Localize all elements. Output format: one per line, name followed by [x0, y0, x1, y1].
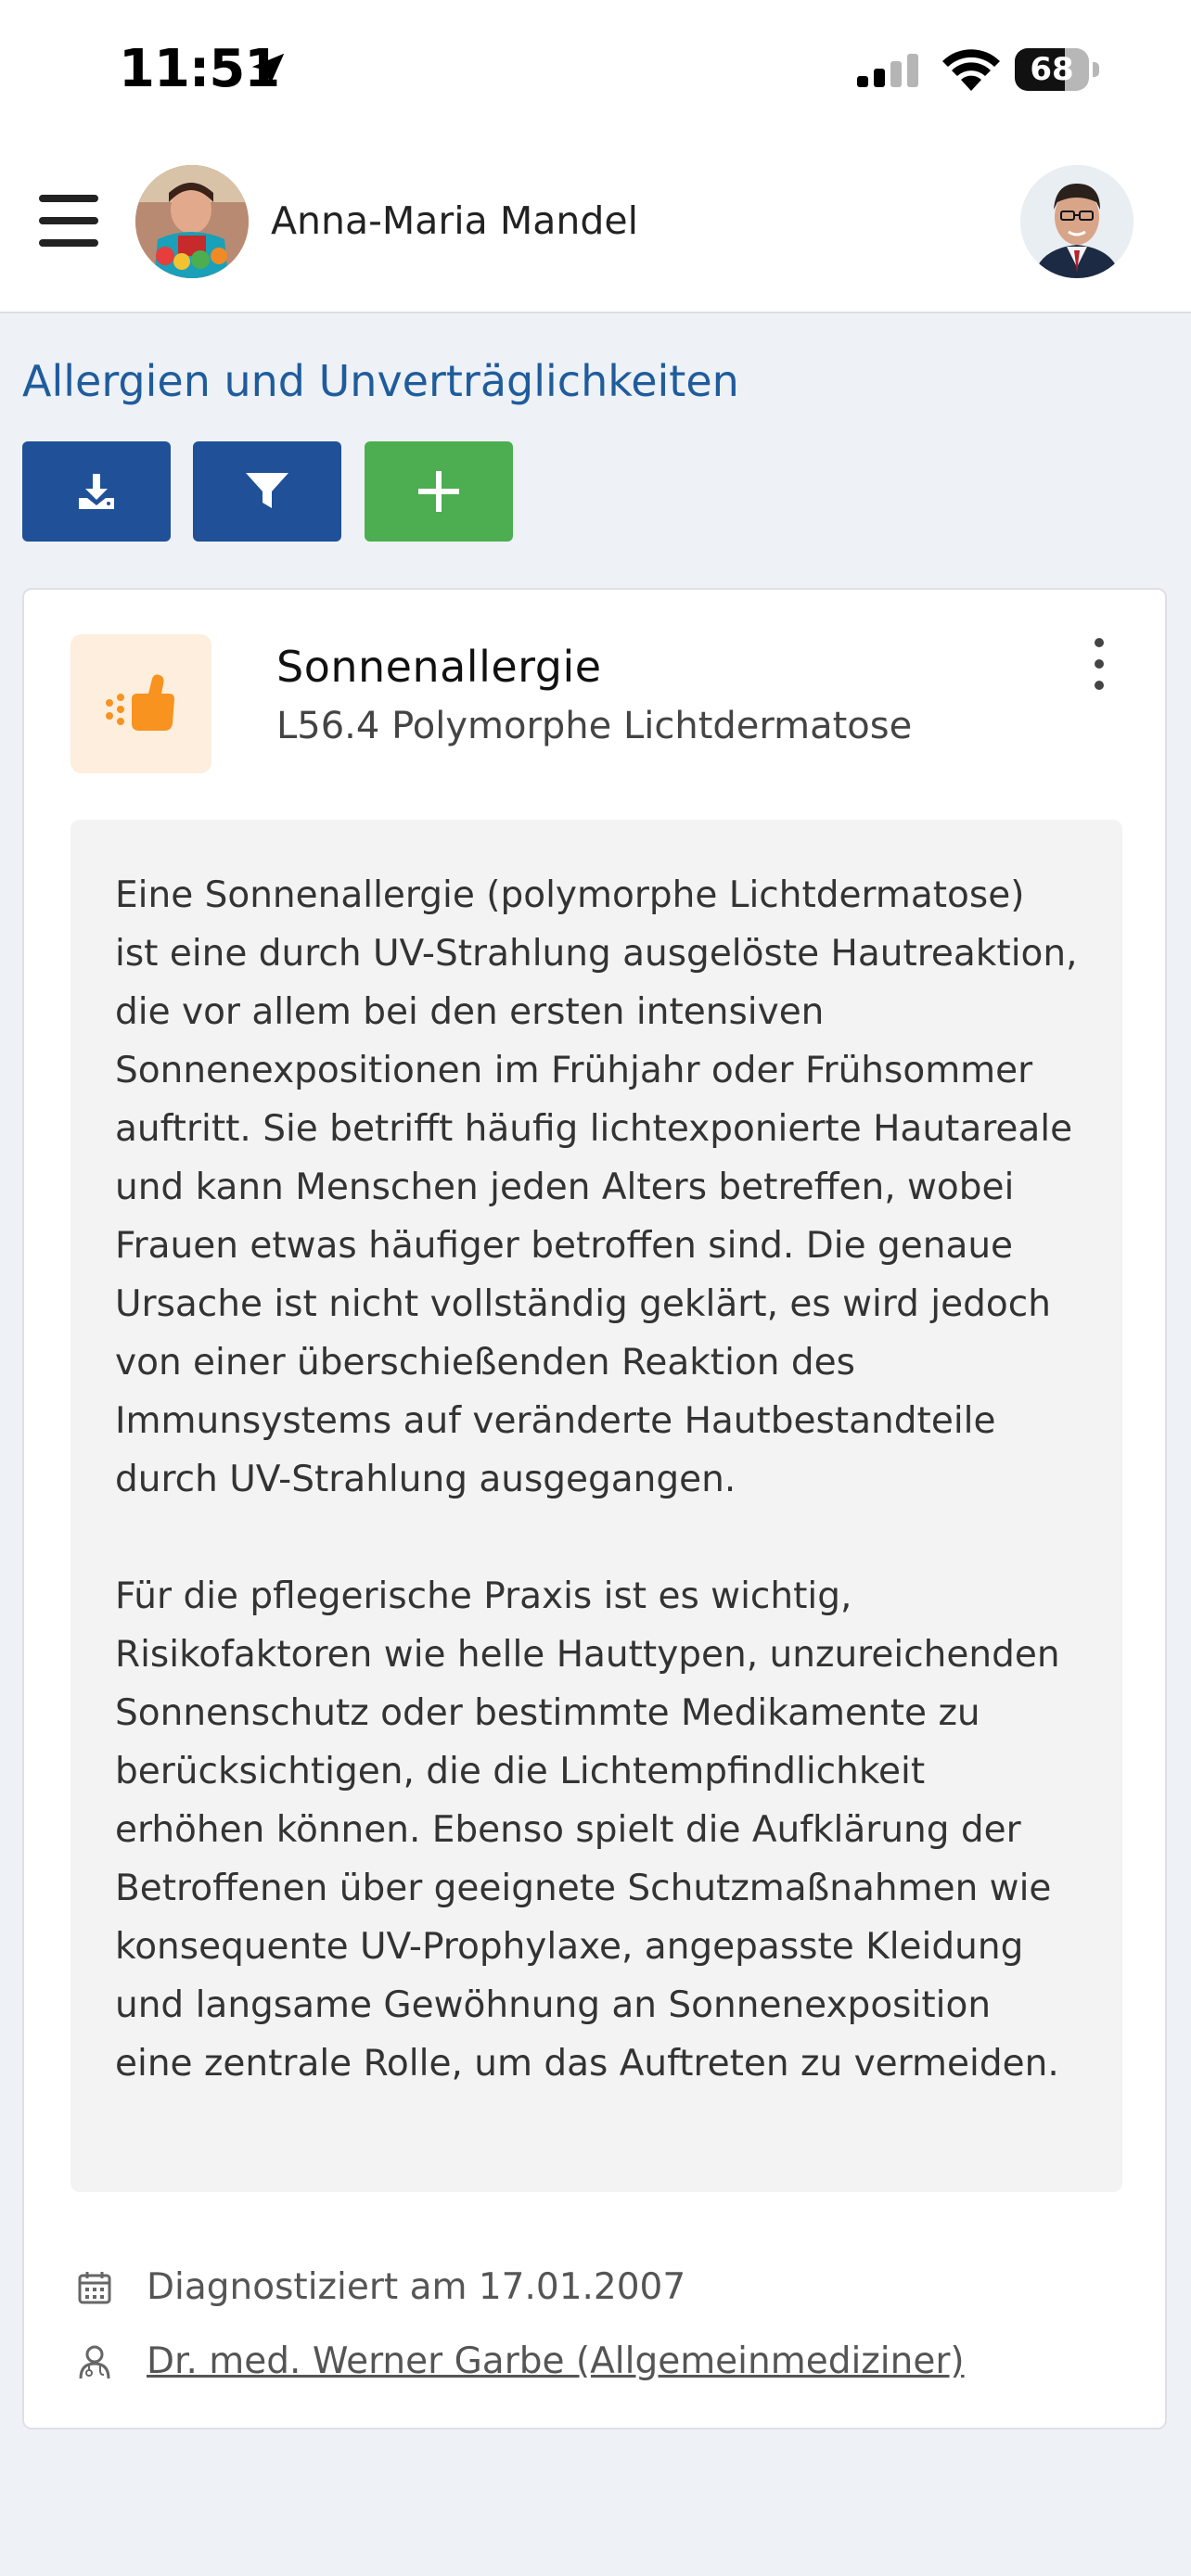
allergy-description: Eine Sonnenallergie (polymorphe Lichtder… — [70, 820, 1122, 2192]
page-title: Allergien und Unverträglichkeiten — [22, 356, 739, 406]
menu-button[interactable] — [39, 195, 100, 247]
user-avatar[interactable] — [1020, 165, 1133, 278]
app-header: 11:51 68 Anna-Maria Mandel — [0, 0, 1191, 313]
description-paragraph: Eine Sonnenallergie (polymorphe Lichtder… — [115, 874, 1078, 1500]
wifi-icon — [942, 49, 1000, 91]
location-arrow-icon — [251, 53, 285, 86]
filter-button[interactable] — [193, 441, 341, 542]
plus-icon — [418, 471, 459, 512]
battery-level: 68 — [1030, 51, 1074, 88]
patient-avatar[interactable] — [135, 165, 249, 278]
patient-name[interactable]: Anna-Maria Mandel — [271, 198, 638, 243]
download-button[interactable] — [22, 441, 171, 542]
doctor-icon — [79, 2345, 110, 2378]
diagnosis-date-row: Diagnostiziert am 17.01.2007 — [76, 2266, 685, 2308]
hand-icon — [106, 674, 174, 731]
allergy-name: Sonnenallergie — [276, 642, 602, 692]
doctor-link[interactable]: Dr. med. Werner Garbe (Allgemeinmedizine… — [147, 2340, 965, 2382]
filter-icon — [246, 473, 288, 508]
battery-icon: 68 — [1015, 48, 1100, 91]
download-icon — [79, 474, 114, 509]
doctor-row: Dr. med. Werner Garbe (Allgemeinmedizine… — [76, 2340, 965, 2382]
cellular-signal-icon — [857, 54, 918, 87]
category-icon-box — [70, 634, 211, 773]
allergy-card: Sonnenallergie L56.4 Polymorphe Lichtder… — [22, 588, 1167, 2429]
description-paragraph: Für die pflegerische Praxis ist es wicht… — [115, 1575, 1060, 2085]
more-options-button[interactable] — [1085, 638, 1113, 694]
allergy-code: L56.4 Polymorphe Lichtdermatose — [276, 705, 913, 747]
calendar-icon — [78, 2271, 111, 2303]
diagnosis-date: Diagnostiziert am 17.01.2007 — [147, 2266, 686, 2308]
add-button[interactable] — [365, 441, 513, 542]
